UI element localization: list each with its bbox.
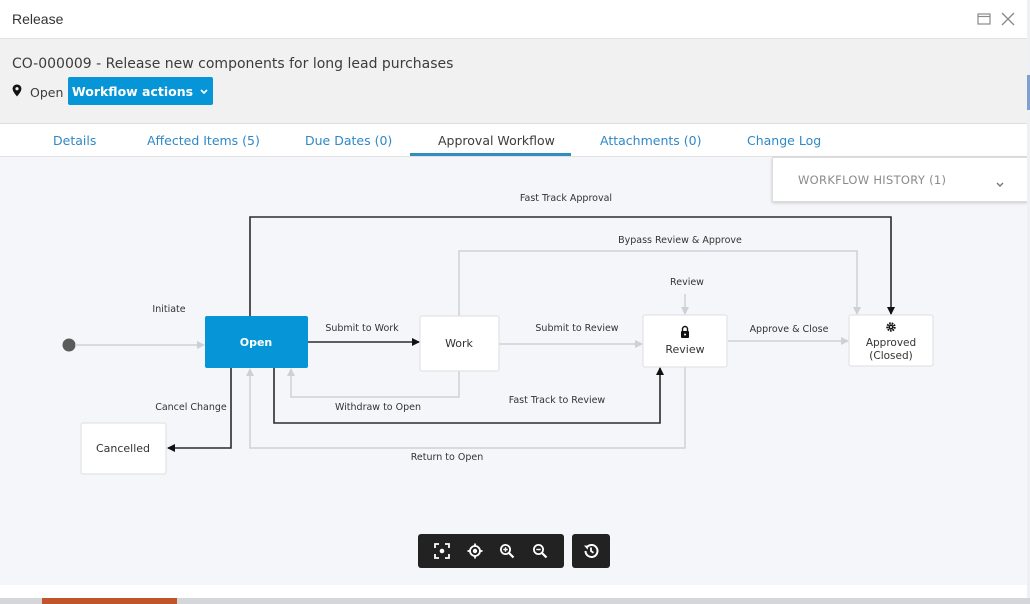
title-bar: Release: [0, 0, 1027, 39]
label-submit-to-work: Submit to Work: [325, 323, 399, 334]
chevron-down-icon: [995, 174, 1005, 193]
map-pin-icon: [12, 84, 22, 100]
tab-bar: Details Affected Items (5) Due Dates (0)…: [0, 124, 1027, 157]
state-work-label: Work: [445, 337, 473, 350]
chevron-down-icon: [199, 84, 209, 99]
label-return-to-open: Return to Open: [411, 452, 483, 463]
label-review: Review: [670, 277, 704, 288]
label-fast-track-to-review: Fast Track to Review: [509, 395, 606, 406]
transition-fast-track-approval[interactable]: [249, 216, 895, 316]
state-open-label: Open: [240, 336, 273, 349]
current-state: Open: [12, 84, 63, 100]
workflow-actions-button[interactable]: Workflow actions: [68, 77, 213, 105]
diagram-toolbar: [418, 534, 564, 568]
state-work[interactable]: Work: [419, 315, 500, 372]
transition-return-to-open[interactable]: [246, 367, 686, 449]
workflow-canvas[interactable]: Initiate Submit to Work Submit to Review…: [0, 157, 1027, 585]
tab-details[interactable]: Details: [53, 133, 96, 148]
workflow-history-label: WORKFLOW HISTORY (1): [798, 173, 947, 187]
zoom-in-icon[interactable]: [496, 540, 518, 562]
label-initiate: Initiate: [152, 304, 185, 315]
label-submit-to-review: Submit to Review: [535, 323, 618, 334]
close-icon[interactable]: [999, 10, 1017, 28]
state-cancelled[interactable]: Cancelled: [80, 422, 167, 475]
tab-approval-workflow[interactable]: Approval Workflow: [438, 133, 555, 148]
active-tab-indicator: [410, 153, 571, 156]
dialog-footer: [0, 585, 1027, 598]
history-toolbar: [572, 534, 610, 568]
label-approve-close: Approve & Close: [750, 324, 829, 335]
tab-attachments[interactable]: Attachments (0): [600, 133, 701, 148]
window-maximize-icon[interactable]: [975, 10, 993, 28]
workflow-history-panel[interactable]: WORKFLOW HISTORY (1): [772, 157, 1027, 202]
tab-due-dates[interactable]: Due Dates (0): [305, 133, 392, 148]
label-withdraw-to-open: Withdraw to Open: [335, 402, 421, 413]
tab-affected-items[interactable]: Affected Items (5): [147, 133, 260, 148]
label-bypass-review: Bypass Review & Approve: [618, 235, 742, 246]
state-approved-label: Approved: [866, 337, 916, 349]
transition-bypass-review[interactable]: [458, 250, 861, 316]
label-cancel-change: Cancel Change: [155, 402, 227, 413]
state-approved[interactable]: Approved (Closed): [848, 314, 934, 367]
release-dialog: Release CO-000009 - Release new componen…: [0, 0, 1027, 598]
center-target-icon[interactable]: [464, 540, 486, 562]
start-node: [62, 338, 76, 352]
fit-to-screen-icon[interactable]: [431, 540, 453, 562]
state-open[interactable]: Open: [205, 316, 308, 368]
item-header: CO-000009 - Release new components for l…: [0, 39, 1027, 124]
state-review[interactable]: Review: [642, 314, 728, 368]
state-cancelled-label: Cancelled: [96, 442, 150, 455]
state-approved-label2: (Closed): [869, 350, 912, 362]
workflow-actions-label: Workflow actions: [71, 83, 194, 99]
item-title: CO-000009 - Release new components for l…: [12, 56, 454, 72]
state-label: Open: [30, 84, 64, 100]
background-bottom-accent: [42, 598, 177, 604]
state-review-label: Review: [665, 343, 704, 356]
label-fast-track-approval: Fast Track Approval: [520, 193, 612, 204]
zoom-out-icon[interactable]: [529, 540, 551, 562]
history-icon[interactable]: [580, 540, 602, 562]
tab-change-log[interactable]: Change Log: [747, 133, 821, 148]
transition-withdraw-to-open[interactable]: [287, 368, 460, 398]
workflow-diagram[interactable]: Initiate Submit to Work Submit to Review…: [0, 157, 1027, 585]
window-title: Release: [12, 11, 64, 27]
